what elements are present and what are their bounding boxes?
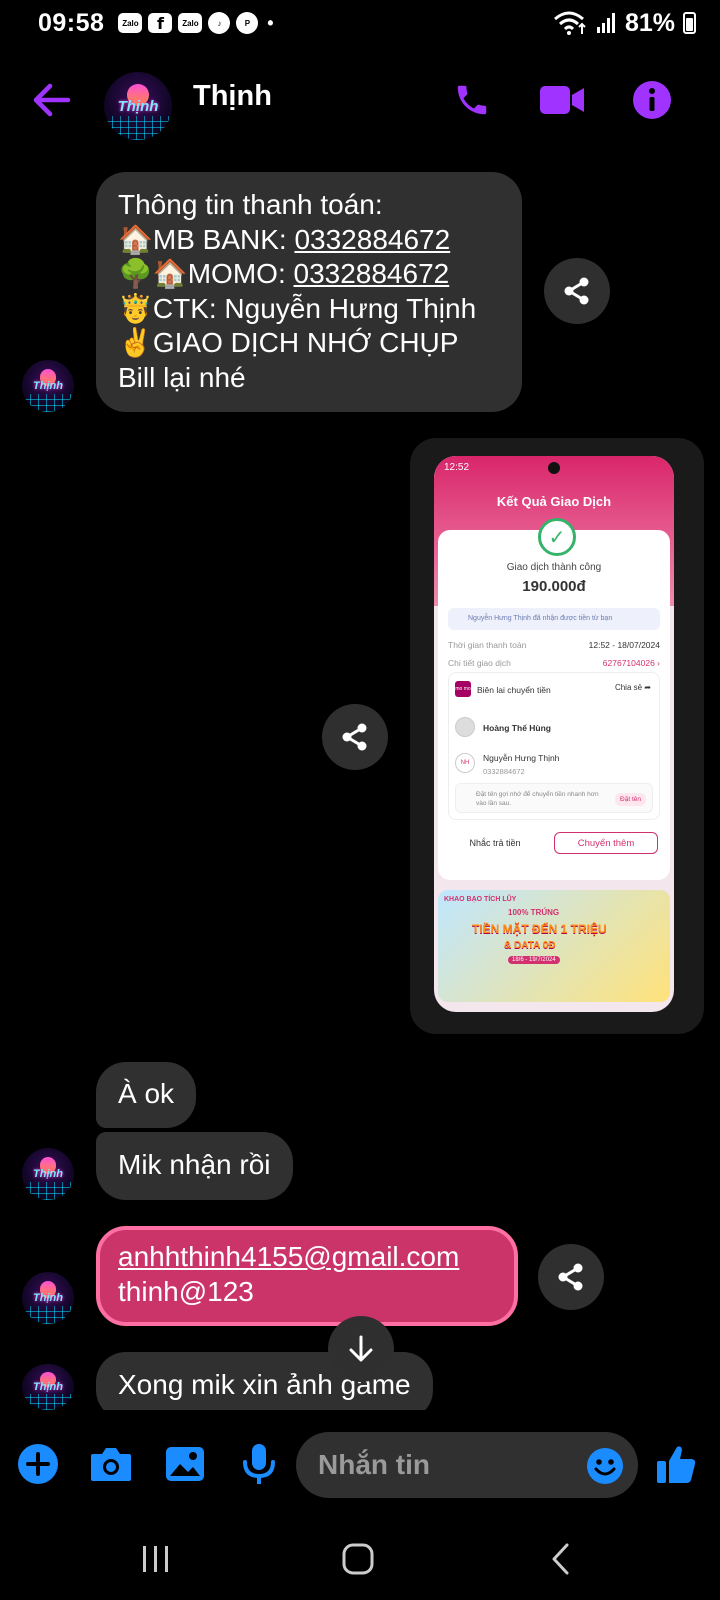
momo-logo-icon: mo mo — [455, 681, 471, 697]
mb-bank-number-link[interactable]: 0332884672 — [294, 224, 450, 255]
screenshot-phone-screen: 12:52 Kết Quả Giao Dịch ✓ Giao dịch thàn… — [434, 456, 674, 1012]
tree-house-emoji-icon: 🌳🏠 — [118, 258, 188, 289]
contact-avatar-small[interactable]: Thịnh — [22, 360, 74, 412]
message-received[interactable]: Mik nhận rồi — [96, 1132, 293, 1200]
status-time: 09:58 — [38, 8, 105, 37]
password-text: thinh@123 — [118, 1275, 254, 1307]
screenshot-title: Kết Quả Giao Dịch — [496, 494, 612, 509]
info-icon — [633, 81, 671, 119]
back-nav-button[interactable] — [530, 1534, 590, 1584]
video-camera-icon — [540, 86, 584, 114]
voice-message-button[interactable] — [235, 1440, 283, 1488]
payment-info-line-1: Thông tin thanh toán: — [118, 189, 383, 220]
screenshot-receipt: mo mo Biên lai chuyển tiền Chia sẻ ➦ Hoà… — [448, 672, 660, 820]
camera-button[interactable] — [87, 1440, 135, 1488]
back-button[interactable] — [28, 76, 76, 124]
like-button[interactable] — [652, 1440, 700, 1488]
contact-avatar-small[interactable]: Thịnh — [22, 1272, 74, 1324]
status-bar: 09:58 Zalo f Zalo ♪ P • 81% — [0, 0, 720, 46]
payment-info-line-2: 🏠MB BANK: 0332884672 — [118, 223, 451, 255]
recent-apps-icon — [143, 1546, 168, 1572]
recent-apps-button[interactable] — [126, 1534, 186, 1584]
share-icon — [342, 723, 367, 751]
image-icon — [166, 1447, 204, 1481]
battery-icon — [683, 12, 696, 34]
victory-hand-emoji-icon: ✌️ — [118, 327, 153, 358]
message-input-container — [296, 1432, 638, 1498]
signal-icon — [596, 13, 615, 33]
more-notifications-icon: • — [267, 12, 274, 33]
payment-info-line-3: 🌳🏠MOMO: 0332884672 — [118, 258, 450, 289]
pinterest-icon: P — [236, 12, 259, 34]
email-link[interactable]: anhhthinh4155@gmail.com — [118, 1240, 496, 1275]
contact-name[interactable]: Thịnh — [193, 80, 272, 113]
chevron-left-icon — [552, 1543, 569, 1575]
camera-hole — [548, 462, 560, 474]
home-button[interactable] — [328, 1534, 388, 1584]
video-call-button[interactable] — [538, 76, 586, 124]
prince-emoji-icon: 🤴 — [118, 292, 153, 324]
voice-call-button[interactable] — [448, 76, 496, 124]
payment-info-message[interactable]: Thông tin thanh toán: 🏠MB BANK: 03328846… — [96, 172, 522, 412]
share-button[interactable] — [544, 258, 610, 324]
zalo-icon: Zalo — [118, 13, 143, 33]
emoji-icon[interactable] — [586, 1447, 624, 1485]
momo-number-link[interactable]: 0332884672 — [294, 258, 450, 289]
camera-icon — [91, 1448, 131, 1481]
battery-percent: 81% — [624, 8, 675, 37]
payment-info-line-4: 🤴CTK: Nguyễn Hưng Thịnh — [118, 292, 477, 324]
zalo-icon-2: Zalo — [178, 13, 203, 33]
contact-avatar-small[interactable]: Thịnh — [22, 1148, 74, 1200]
payment-info-line-5: ✌️GIAO DỊCH NHỚ CHỤP Bill lại nhé — [118, 327, 458, 393]
microphone-icon — [243, 1444, 275, 1484]
success-check-icon: ✓ — [538, 518, 576, 556]
house-emoji-icon: 🏠 — [118, 223, 153, 255]
share-icon — [564, 277, 589, 305]
wifi-icon — [553, 11, 586, 35]
message-composer — [0, 1410, 720, 1520]
share-image-button[interactable] — [322, 704, 388, 770]
tiktok-icon: ♪ — [208, 12, 231, 34]
credentials-message[interactable]: anhhthinh4155@gmail.com thinh@123 — [96, 1226, 518, 1326]
avatar-logo-text: Thịnh — [117, 97, 159, 115]
screenshot-promo-banner: KHAO BẠO TÍCH LŨY 100% TRÚNG TIỀN MẶT ĐẾ… — [438, 890, 670, 1002]
message-input[interactable] — [318, 1432, 568, 1498]
facebook-icon: f — [148, 13, 173, 33]
message-ok[interactable]: À ok — [96, 1062, 197, 1128]
screenshot-amount: 190.000đ — [522, 578, 586, 595]
thumbs-up-icon — [657, 1446, 696, 1483]
phone-icon — [457, 85, 487, 115]
plus-circle-icon — [18, 1444, 58, 1484]
gallery-button[interactable] — [161, 1440, 209, 1488]
arrow-down-icon — [349, 1335, 373, 1362]
chat-header: Thịnh Thịnh — [0, 58, 720, 142]
notification-icons: Zalo f Zalo ♪ P • — [118, 12, 276, 34]
transaction-screenshot-image[interactable]: 12:52 Kết Quả Giao Dịch ✓ Giao dịch thàn… — [410, 438, 704, 1034]
contact-avatar[interactable]: Thịnh — [104, 72, 172, 140]
contact-avatar-small[interactable]: Thịnh — [22, 1364, 74, 1410]
sender-avatar — [455, 717, 475, 737]
screenshot-result-card: ✓ Giao dịch thành công 190.000đ Nguyễn H… — [438, 518, 670, 880]
share-icon — [558, 1263, 583, 1291]
home-icon — [342, 1543, 374, 1575]
back-arrow-icon — [33, 83, 71, 117]
more-actions-button[interactable] — [14, 1440, 62, 1488]
system-navigation-bar — [0, 1520, 720, 1600]
info-button[interactable] — [628, 76, 676, 124]
scroll-to-bottom-button[interactable] — [328, 1316, 394, 1382]
share-credentials-button[interactable] — [538, 1244, 604, 1310]
